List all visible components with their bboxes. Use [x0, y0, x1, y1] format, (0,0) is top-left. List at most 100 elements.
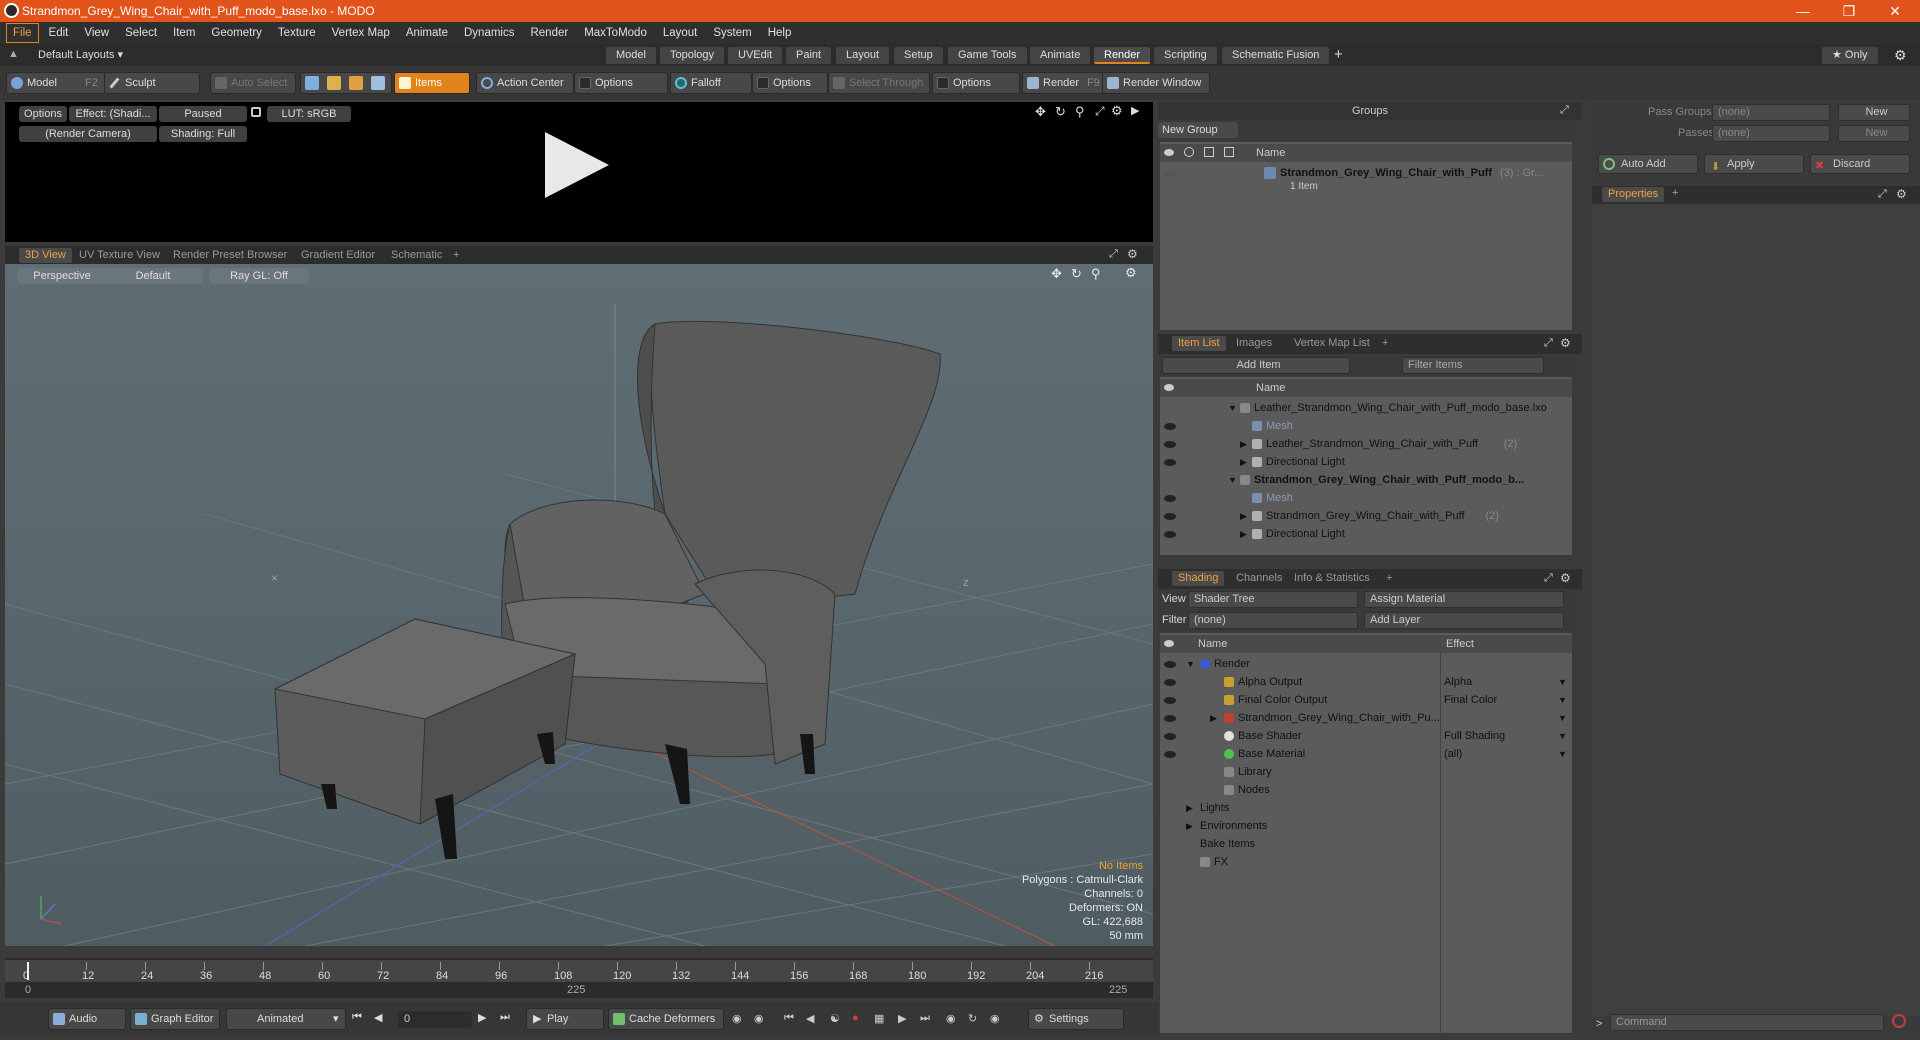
3d-viewport[interactable]: Perspective Default Ray GL: Off ✥ ↻ ⚲ ⚙ … — [5, 264, 1153, 946]
add-item-dropdown[interactable]: Add Item — [1162, 357, 1350, 374]
snap-icon[interactable]: ◉ — [946, 1012, 956, 1025]
visibility-icon[interactable] — [1164, 679, 1176, 686]
effect-dropdown[interactable]: Full Shading — [1444, 727, 1505, 745]
menu-maxtomodo[interactable]: MaxToModo — [576, 22, 655, 44]
visibility-column-icon[interactable] — [1164, 384, 1174, 391]
effect-dropdown[interactable]: Final Color — [1444, 691, 1497, 709]
select-through-options-button[interactable]: Options — [932, 72, 1020, 94]
dropdown-arrow-icon[interactable]: ▼ — [1558, 745, 1567, 763]
render-preview[interactable]: Options Effect: (Shadi... Paused LUT: sR… — [5, 102, 1153, 242]
gear-icon[interactable]: ⚙ — [1127, 247, 1138, 261]
visibility-icon[interactable] — [1164, 170, 1176, 177]
key-all-icon[interactable]: ◉ — [754, 1012, 764, 1025]
visibility-icon[interactable] — [1164, 697, 1176, 704]
shader-row[interactable]: Base Shader Full Shading ▼ — [1160, 727, 1572, 745]
effect-dropdown[interactable]: Effect: (Shadi... — [69, 106, 157, 122]
tab-item-list[interactable]: Item List — [1172, 336, 1226, 351]
layout-tab-topology[interactable]: Topology — [660, 47, 725, 64]
expand-arrow-icon[interactable]: ▶ — [1210, 709, 1217, 727]
tab-vertex-map-list[interactable]: Vertex Map List — [1288, 336, 1376, 351]
dropdown-arrow-icon[interactable]: ▼ — [1558, 691, 1567, 709]
lut-dropdown[interactable]: LUT: sRGB — [267, 106, 351, 122]
gear-icon[interactable]: ⚙ — [1111, 103, 1123, 119]
close-icon[interactable]: ✕ — [1872, 0, 1918, 22]
item-row[interactable]: Mesh — [1160, 417, 1572, 435]
playhead[interactable] — [27, 962, 29, 980]
falloff-button[interactable]: Falloff — [670, 72, 752, 94]
tab-images[interactable]: Images — [1230, 336, 1278, 351]
effect-dropdown[interactable]: Alpha — [1444, 673, 1472, 691]
vertices-mode-icon[interactable] — [305, 76, 319, 90]
shader-row[interactable]: ▶ Strandmon_Grey_Wing_Chair_with_Pu... ▼ — [1160, 709, 1572, 727]
menu-render[interactable]: Render — [522, 22, 576, 44]
key-icon[interactable]: ◉ — [732, 1012, 742, 1025]
expand-arrow-icon[interactable]: ▶ — [1240, 525, 1247, 543]
restore-icon[interactable]: ❐ — [1826, 0, 1872, 22]
visibility-icon[interactable] — [1164, 733, 1176, 740]
auto-add-button[interactable]: Auto Add — [1598, 154, 1698, 174]
dropdown-arrow-icon[interactable]: ▼ — [1558, 673, 1567, 691]
cache-deformers-button[interactable]: Cache Deformers — [608, 1008, 724, 1030]
expand-arrow-icon[interactable]: ▼ — [1186, 655, 1195, 673]
layout-tab-model[interactable]: Model — [606, 47, 656, 64]
shader-row[interactable]: Bake Items — [1160, 835, 1572, 853]
settings-button[interactable]: ⚙ Settings — [1028, 1008, 1124, 1030]
model-mode-button[interactable]: Model F2 — [6, 72, 106, 94]
play-button[interactable]: ▶ Play — [526, 1008, 604, 1030]
sculpt-mode-button[interactable]: Sculpt — [104, 72, 200, 94]
dropdown-arrow-icon[interactable]: ▼ — [1558, 727, 1567, 745]
step-back-icon[interactable]: ◀ — [374, 1011, 382, 1024]
menu-item[interactable]: Item — [165, 22, 203, 44]
items-mode-button[interactable]: Items — [394, 72, 470, 94]
step-forward-icon[interactable]: ▶ — [478, 1011, 486, 1024]
lock-icon[interactable] — [251, 107, 261, 117]
tab-gradient-editor[interactable]: Gradient Editor — [295, 248, 381, 263]
shader-row[interactable]: Base Material (all) ▼ — [1160, 745, 1572, 763]
menu-layout[interactable]: Layout — [655, 22, 706, 44]
tab-info-statistics[interactable]: Info & Statistics — [1288, 571, 1376, 586]
assign-material-button[interactable]: Assign Material — [1364, 591, 1564, 608]
paused-toggle[interactable]: Paused — [159, 106, 247, 122]
gear-icon[interactable]: ⚙ — [1560, 571, 1571, 585]
add-layout-tab-button[interactable]: + — [1334, 46, 1343, 63]
pass-groups-dropdown[interactable]: (none) — [1712, 104, 1830, 121]
layout-tab-layout[interactable]: Layout — [836, 47, 890, 64]
passes-dropdown[interactable]: (none) — [1712, 125, 1830, 142]
menu-animate[interactable]: Animate — [398, 22, 456, 44]
prev-key-icon[interactable]: ⏮ — [784, 1012, 794, 1025]
render-column-icon[interactable] — [1184, 147, 1194, 157]
visibility-icon[interactable] — [1164, 513, 1176, 520]
tab-properties[interactable]: Properties — [1602, 187, 1665, 202]
filter-items-input[interactable]: Filter Items — [1402, 357, 1544, 374]
expand-arrow-icon[interactable]: ▼ — [1228, 399, 1237, 417]
expand-arrow-icon[interactable]: ▶ — [1240, 453, 1247, 471]
add-view-tab-button[interactable]: + — [447, 248, 465, 263]
timeline[interactable]: 0 12 24 36 48 60 72 84 96 108 120 132 144 156 168 180 19… — [5, 958, 1153, 998]
effect-dropdown[interactable]: (all) — [1444, 745, 1462, 763]
layout-tab-game-tools[interactable]: Game Tools — [948, 47, 1027, 64]
next-key-icon[interactable]: ⏭ — [920, 1012, 930, 1025]
shader-row[interactable]: Alpha Output Alpha ▼ — [1160, 673, 1572, 691]
visibility-icon[interactable] — [1164, 459, 1176, 466]
visibility-icon[interactable] — [1164, 715, 1176, 722]
frame-input[interactable]: 0 — [398, 1011, 472, 1028]
tab-render-preset-browser[interactable]: Render Preset Browser — [167, 248, 293, 263]
view-dropdown[interactable]: Shader Tree — [1188, 591, 1358, 608]
tab-channels[interactable]: Channels — [1230, 571, 1288, 586]
go-to-start-icon[interactable]: ⏮ — [352, 1011, 362, 1024]
item-row[interactable]: ▼ Strandmon_Grey_Wing_Chair_with_Puff_mod… — [1160, 471, 1572, 489]
tab-3d-view[interactable]: 3D View — [19, 248, 72, 263]
select-column-icon[interactable] — [1224, 147, 1234, 157]
polygons-mode-icon[interactable] — [349, 76, 363, 90]
auto-key-icon[interactable]: ☯ — [830, 1012, 840, 1025]
shader-row[interactable]: ▼ Render — [1160, 655, 1572, 673]
menu-geometry[interactable]: Geometry — [203, 22, 270, 44]
item-row[interactable]: ▼ Leather_Strandmon_Wing_Chair_with_Puff_… — [1160, 399, 1572, 417]
tab-shading[interactable]: Shading — [1172, 571, 1225, 586]
effect-column-header[interactable]: Effect — [1446, 635, 1474, 653]
visibility-icon[interactable] — [1164, 495, 1176, 502]
new-pass-group-button[interactable]: New — [1838, 104, 1910, 121]
expand-arrow-icon[interactable]: ▶ — [1240, 435, 1247, 453]
maximize-icon[interactable]: ⤢ — [1544, 572, 1553, 585]
group-row[interactable]: Strandmon_Grey_Wing_Chair_with_Puff (3) … — [1160, 164, 1572, 198]
